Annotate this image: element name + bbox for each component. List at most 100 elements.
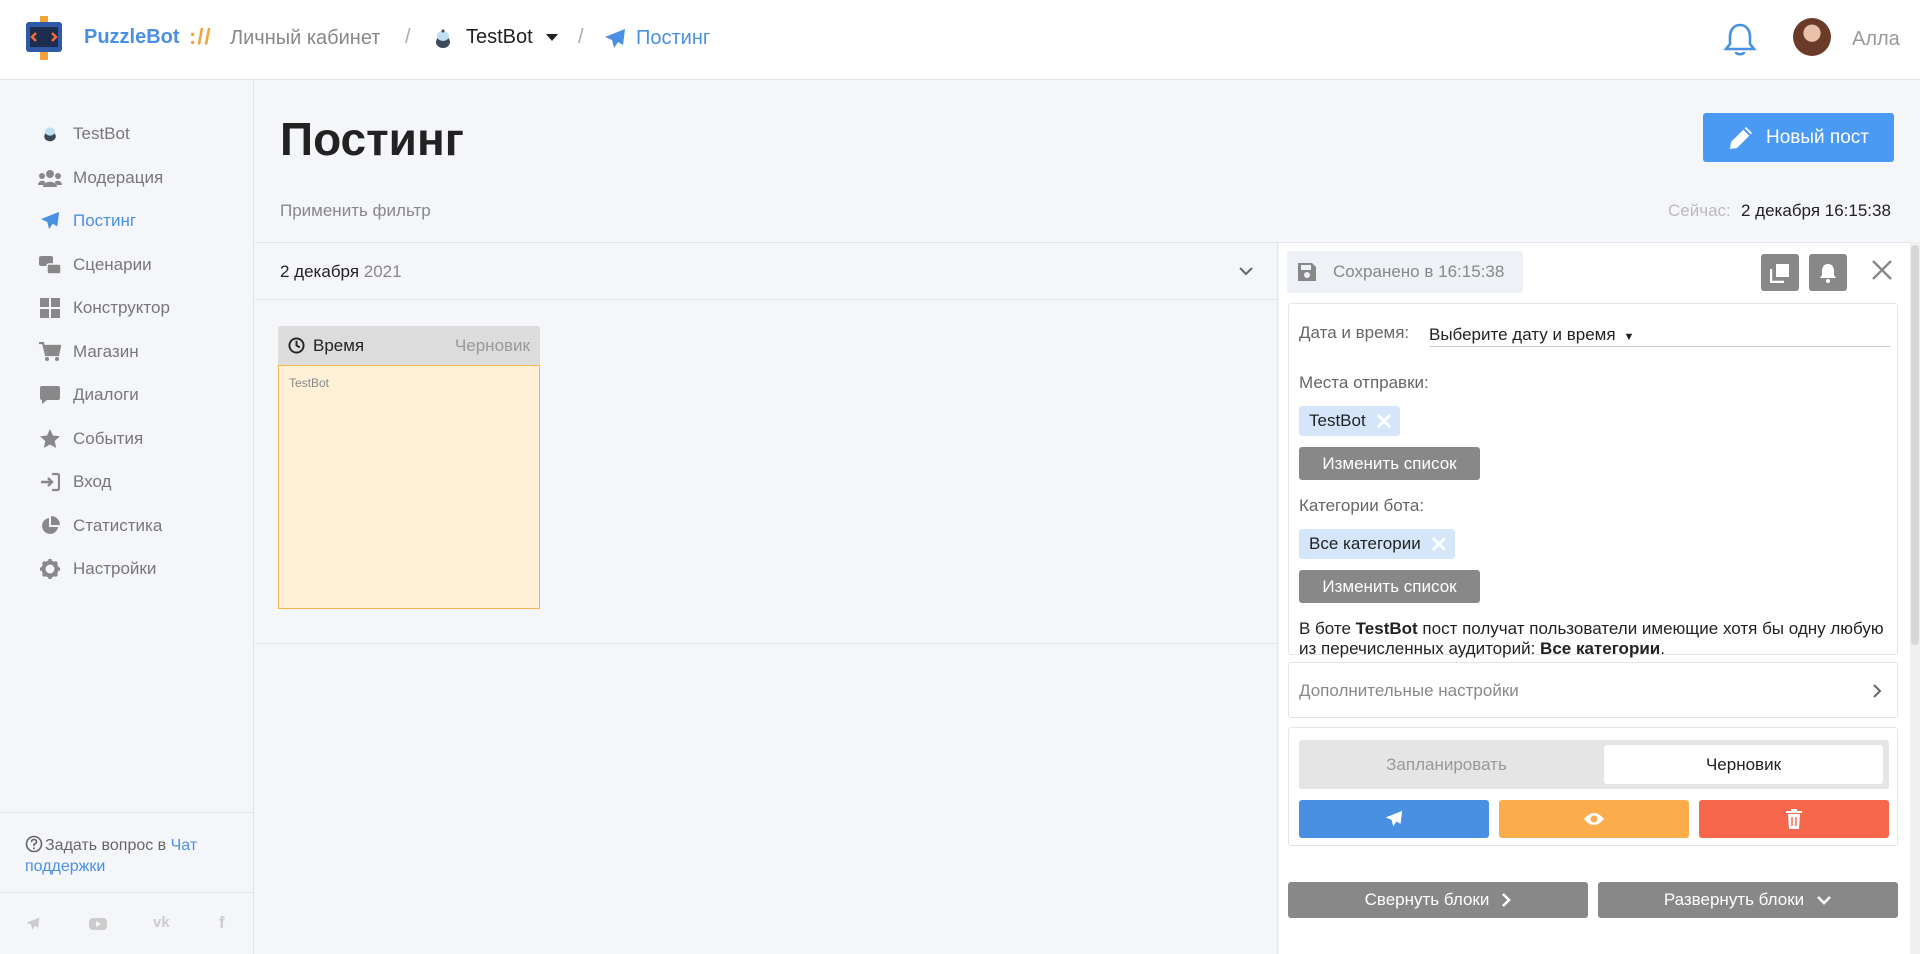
copy-button[interactable] <box>1761 254 1799 291</box>
post-settings-form: Дата и время: Выберите дату и время ▼ Мес… <box>1288 303 1898 658</box>
copy-icon <box>1770 263 1789 283</box>
date-day: 2 декабря <box>280 262 360 281</box>
question-circle-icon <box>25 835 43 853</box>
scrollbar-thumb[interactable] <box>1911 245 1919 645</box>
datetime-label: Дата и время: <box>1299 323 1410 342</box>
toggle-draft[interactable]: Черновик <box>1604 745 1883 784</box>
youtube-icon[interactable] <box>89 917 107 931</box>
star-icon <box>38 428 62 450</box>
current-time: 2 декабря 16:15:38 <box>1741 201 1891 220</box>
datetime-select[interactable]: Выберите дату и время ▼ <box>1429 319 1891 347</box>
date-group-label: 2 декабря 2021 <box>280 262 402 282</box>
posts-list: Время Черновик TestBot <box>255 300 1278 644</box>
post-card[interactable]: Время Черновик TestBot <box>278 326 540 609</box>
advanced-settings[interactable]: Дополнительные настройки <box>1288 662 1898 718</box>
sidebar-item-label: Магазин <box>73 342 139 361</box>
sidebar-item-dialogs[interactable]: Диалоги <box>38 383 139 407</box>
breadcrumb-cabinet[interactable]: Личный кабинет <box>230 27 380 50</box>
post-time-label: Время <box>313 335 365 355</box>
apply-filter-link[interactable]: Применить фильтр <box>280 201 431 221</box>
expand-blocks-button[interactable]: Развернуть блоки <box>1598 882 1898 918</box>
trash-icon <box>1786 809 1802 829</box>
chat-icon <box>38 384 62 406</box>
preview-button[interactable] <box>1499 800 1689 838</box>
new-post-button[interactable]: Новый пост <box>1703 113 1894 162</box>
post-card-body: TestBot <box>278 365 540 609</box>
bot-icon <box>436 29 450 48</box>
remove-chip-icon[interactable] <box>1376 413 1392 429</box>
sidebar-item-label: Диалоги <box>73 385 139 404</box>
support-help: Задать вопрос в Чат поддержки <box>0 812 254 877</box>
saved-status: Сохранено в 16:15:38 <box>1287 251 1523 293</box>
facebook-icon[interactable]: f <box>219 913 225 933</box>
change-list-label: Изменить список <box>1322 453 1457 473</box>
sidebar-item-label: Сценарии <box>73 255 152 274</box>
sidebar-item-testbot[interactable]: TestBot <box>38 122 130 146</box>
delete-button[interactable] <box>1699 800 1889 838</box>
pencil-icon <box>1730 126 1752 149</box>
sidebar-item-events[interactable]: События <box>38 427 143 451</box>
close-icon[interactable] <box>1871 259 1893 281</box>
breadcrumb-posting[interactable]: Постинг <box>636 27 710 50</box>
save-icon <box>1298 263 1316 281</box>
chevron-down-icon[interactable] <box>1238 263 1254 279</box>
chevron-right-icon <box>1502 893 1512 907</box>
breadcrumb-separator: / <box>405 26 411 48</box>
date-group-header[interactable]: 2 декабря 2021 <box>255 243 1278 300</box>
expand-blocks-label: Развернуть блоки <box>1663 890 1805 909</box>
page-title: Постинг <box>280 113 464 165</box>
empty-area <box>255 644 1278 954</box>
scenarios-icon <box>38 254 62 276</box>
sidebar-item-label: Вход <box>73 472 112 491</box>
destinations-label: Места отправки: <box>1299 373 1429 392</box>
sidebar-item-statistics[interactable]: Статистика <box>38 514 162 538</box>
bell-icon <box>1820 263 1836 283</box>
sidebar-item-login[interactable]: Вход <box>38 470 111 494</box>
change-categories-button[interactable]: Изменить список <box>1299 570 1480 603</box>
post-actions: Запланировать Черновик <box>1288 727 1898 846</box>
avatar[interactable] <box>1793 18 1831 56</box>
pie-chart-icon <box>38 515 62 537</box>
sidebar-item-label: Модерация <box>73 168 164 187</box>
category-chip: Все категории <box>1299 529 1455 559</box>
sidebar-item-moderation[interactable]: Модерация <box>38 166 163 190</box>
mode-toggle: Запланировать Черновик <box>1299 740 1889 789</box>
brand-name[interactable]: PuzzleBot <box>84 26 180 49</box>
destination-chip: TestBot <box>1299 406 1400 436</box>
notification-button[interactable] <box>1809 254 1847 291</box>
sidebar-item-shop[interactable]: Магазин <box>38 340 139 364</box>
grid-icon <box>38 297 62 319</box>
toggle-schedule[interactable]: Запланировать <box>1299 740 1594 789</box>
chevron-down-icon <box>1817 896 1832 905</box>
sidebar-item-constructor[interactable]: Конструктор <box>38 296 170 320</box>
change-destinations-button[interactable]: Изменить список <box>1299 447 1480 480</box>
collapse-blocks-button[interactable]: Свернуть блоки <box>1288 882 1588 918</box>
bot-icon <box>38 123 62 145</box>
social-links: vk f <box>0 892 254 954</box>
audience-description: В боте TestBot пост получат пользователи… <box>1299 619 1889 659</box>
username[interactable]: Алла <box>1852 28 1900 51</box>
saved-text: Сохранено в 16:15:38 <box>1333 262 1505 281</box>
telegram-icon[interactable] <box>25 917 41 931</box>
sidebar-item-scenarios[interactable]: Сценарии <box>38 253 152 277</box>
top-header: PuzzleBot :// Личный кабинет / TestBot /… <box>0 0 1920 80</box>
send-button[interactable] <box>1299 800 1489 838</box>
sidebar-item-label: TestBot <box>73 124 130 143</box>
logo-icon[interactable] <box>22 16 66 64</box>
bell-icon[interactable] <box>1723 22 1757 58</box>
breadcrumb-separator: / <box>578 26 584 48</box>
collapse-blocks-label: Свернуть блоки <box>1364 890 1490 909</box>
vk-icon[interactable]: vk <box>153 914 170 931</box>
cart-icon <box>38 341 62 363</box>
sidebar-item-posting[interactable]: Постинг <box>38 209 136 233</box>
breadcrumb-bot[interactable]: TestBot <box>466 26 533 49</box>
date-year: 2021 <box>363 262 402 281</box>
advanced-settings-label: Дополнительные настройки <box>1299 681 1519 700</box>
support-help-text: Задать вопрос в <box>45 837 167 854</box>
sidebar-item-label: Постинг <box>73 211 137 230</box>
paper-plane-icon <box>1385 810 1403 827</box>
remove-chip-icon[interactable] <box>1431 536 1447 552</box>
chevron-down-icon[interactable] <box>546 34 558 41</box>
sidebar-item-settings[interactable]: Настройки <box>38 557 156 581</box>
sidebar-item-label: Конструктор <box>73 298 170 317</box>
